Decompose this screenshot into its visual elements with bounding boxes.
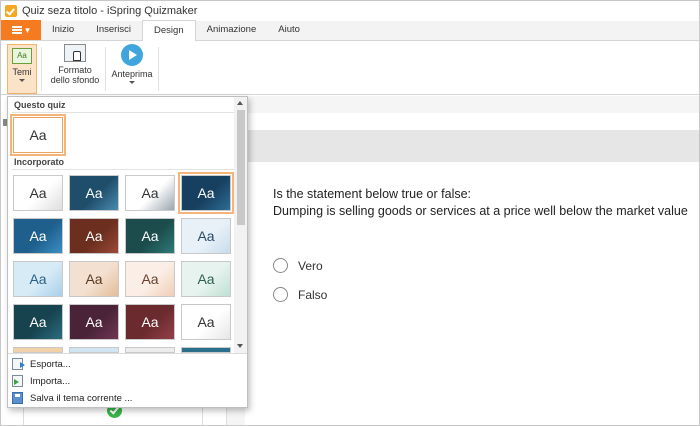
current-theme-tile[interactable]: Aa (10, 114, 66, 156)
import-icon (12, 375, 23, 387)
theme-tile[interactable]: Aa (69, 261, 119, 297)
theme-tile-partial[interactable] (13, 347, 63, 353)
dropdown-arrow-icon: ▾ (25, 24, 30, 35)
tab-animazione[interactable]: Animazione (196, 20, 268, 40)
theme-tile[interactable]: Aa (181, 261, 231, 297)
answer-label: Vero (298, 258, 323, 273)
menu-divider (8, 353, 247, 354)
theme-sample-text: Aa (141, 314, 159, 330)
temi-button[interactable]: Aa Temi (7, 44, 37, 94)
theme-tile[interactable]: Aa (181, 304, 231, 340)
slide-header-band (245, 130, 699, 162)
menu-item-import[interactable]: Importa... (12, 375, 70, 387)
theme-tile[interactable]: Aa (125, 261, 175, 297)
question-line-2: Dumping is selling goods or services at … (273, 204, 688, 218)
theme-sample-text: Aa (29, 185, 47, 201)
formato-sfondo-button[interactable]: Formato dello sfondo (47, 44, 103, 85)
question-line-1: Is the statement below true or false: (273, 187, 472, 201)
theme-sample-text: Aa (85, 228, 103, 244)
theme-sample-text: Aa (85, 185, 103, 201)
section-divider (12, 112, 234, 113)
title-bar: Quiz seza titolo - iSpring Quizmaker (1, 1, 699, 21)
window-title: Quiz seza titolo - iSpring Quizmaker (22, 5, 198, 17)
export-icon (12, 358, 25, 370)
formato-label: Formato (58, 65, 92, 75)
answer-option-vero[interactable]: Vero (273, 258, 323, 273)
theme-sample-text: Aa (141, 271, 159, 287)
ribbon-tabs: ▾ Inizio Inserisci Design Animazione Aiu… (1, 20, 699, 41)
menu-item-save-theme[interactable]: Salva il tema corrente ... (12, 392, 132, 404)
question-text: Is the statement below true or false: Du… (273, 186, 693, 220)
theme-tile-partial[interactable] (181, 347, 231, 353)
ribbon-separator (105, 47, 106, 91)
scroll-down-icon[interactable] (237, 344, 243, 348)
app-window: Quiz seza titolo - iSpring Quizmaker ▾ I… (0, 0, 700, 426)
theme-sample-text: Aa (29, 271, 47, 287)
theme-tile[interactable]: Aa (13, 304, 63, 340)
section-questo-quiz: Questo quiz (14, 100, 66, 110)
menu-icon (12, 26, 23, 34)
theme-tile[interactable]: Aa (178, 172, 234, 214)
menu-item-label: Salva il tema corrente ... (30, 392, 133, 404)
dropdown-scrollbar[interactable] (234, 97, 247, 353)
theme-tile-partial[interactable] (125, 347, 175, 353)
menu-item-label: Esporta... (30, 358, 71, 370)
theme-sample-text: Aa (197, 228, 215, 244)
background-format-icon (64, 44, 86, 62)
theme-sample-text: Aa (29, 314, 47, 330)
theme-sample-text: Aa (197, 314, 215, 330)
anteprima-label: Anteprima (111, 69, 153, 79)
section-divider (12, 169, 234, 170)
themes-dropdown: Questo quiz Aa Incorporato Esporta... Im… (7, 96, 248, 408)
ribbon: Aa Temi Formato dello sfondo Anteprima (1, 41, 699, 95)
theme-sample-text: Aa (85, 314, 103, 330)
theme-tile[interactable]: Aa (69, 175, 119, 211)
theme-sample-text: Aa (29, 228, 47, 244)
ribbon-separator (158, 47, 159, 91)
theme-tile[interactable]: Aa (125, 218, 175, 254)
theme-tile[interactable]: Aa (125, 304, 175, 340)
temi-label: Temi (12, 67, 32, 77)
theme-sample-text: Aa (29, 127, 47, 143)
answer-option-falso[interactable]: Falso (273, 287, 327, 302)
tab-inserisci[interactable]: Inserisci (85, 20, 142, 40)
theme-tile[interactable]: Aa (125, 175, 175, 211)
formato-label-2: dello sfondo (50, 75, 100, 85)
tab-design[interactable]: Design (142, 20, 196, 41)
theme-tile[interactable]: Aa (13, 261, 63, 297)
themes-icon: Aa (12, 48, 32, 64)
tab-aiuto[interactable]: Aiuto (267, 20, 311, 40)
radio-button[interactable] (273, 258, 288, 273)
menu-item-label: Importa... (30, 375, 71, 387)
radio-button[interactable] (273, 287, 288, 302)
ribbon-separator (41, 47, 42, 91)
theme-tile-partial[interactable] (69, 347, 119, 353)
theme-sample-text: Aa (197, 185, 215, 201)
save-icon (12, 392, 23, 404)
answer-label: Falso (298, 287, 328, 302)
scroll-up-icon[interactable] (237, 101, 243, 105)
chevron-down-icon (19, 79, 25, 82)
theme-sample-text: Aa (85, 271, 103, 287)
theme-sample-text: Aa (197, 271, 215, 287)
scroll-thumb[interactable] (237, 110, 245, 225)
file-menu-button[interactable]: ▾ (1, 20, 41, 40)
quizmaker-app-icon (5, 5, 17, 17)
theme-tile[interactable]: Aa (181, 218, 231, 254)
tab-inizio[interactable]: Inizio (41, 20, 85, 40)
theme-sample-text: Aa (141, 185, 159, 201)
section-incorporato: Incorporato (14, 157, 65, 167)
theme-tile[interactable]: Aa (13, 175, 63, 211)
theme-tile[interactable]: Aa (69, 304, 119, 340)
theme-tile[interactable]: Aa (13, 218, 63, 254)
anteprima-button[interactable]: Anteprima (109, 44, 155, 84)
chevron-down-icon (129, 81, 135, 84)
theme-tile[interactable]: Aa (69, 218, 119, 254)
menu-item-export[interactable]: Esporta... (12, 358, 71, 370)
theme-sample-text: Aa (141, 228, 159, 244)
play-icon (121, 44, 143, 66)
